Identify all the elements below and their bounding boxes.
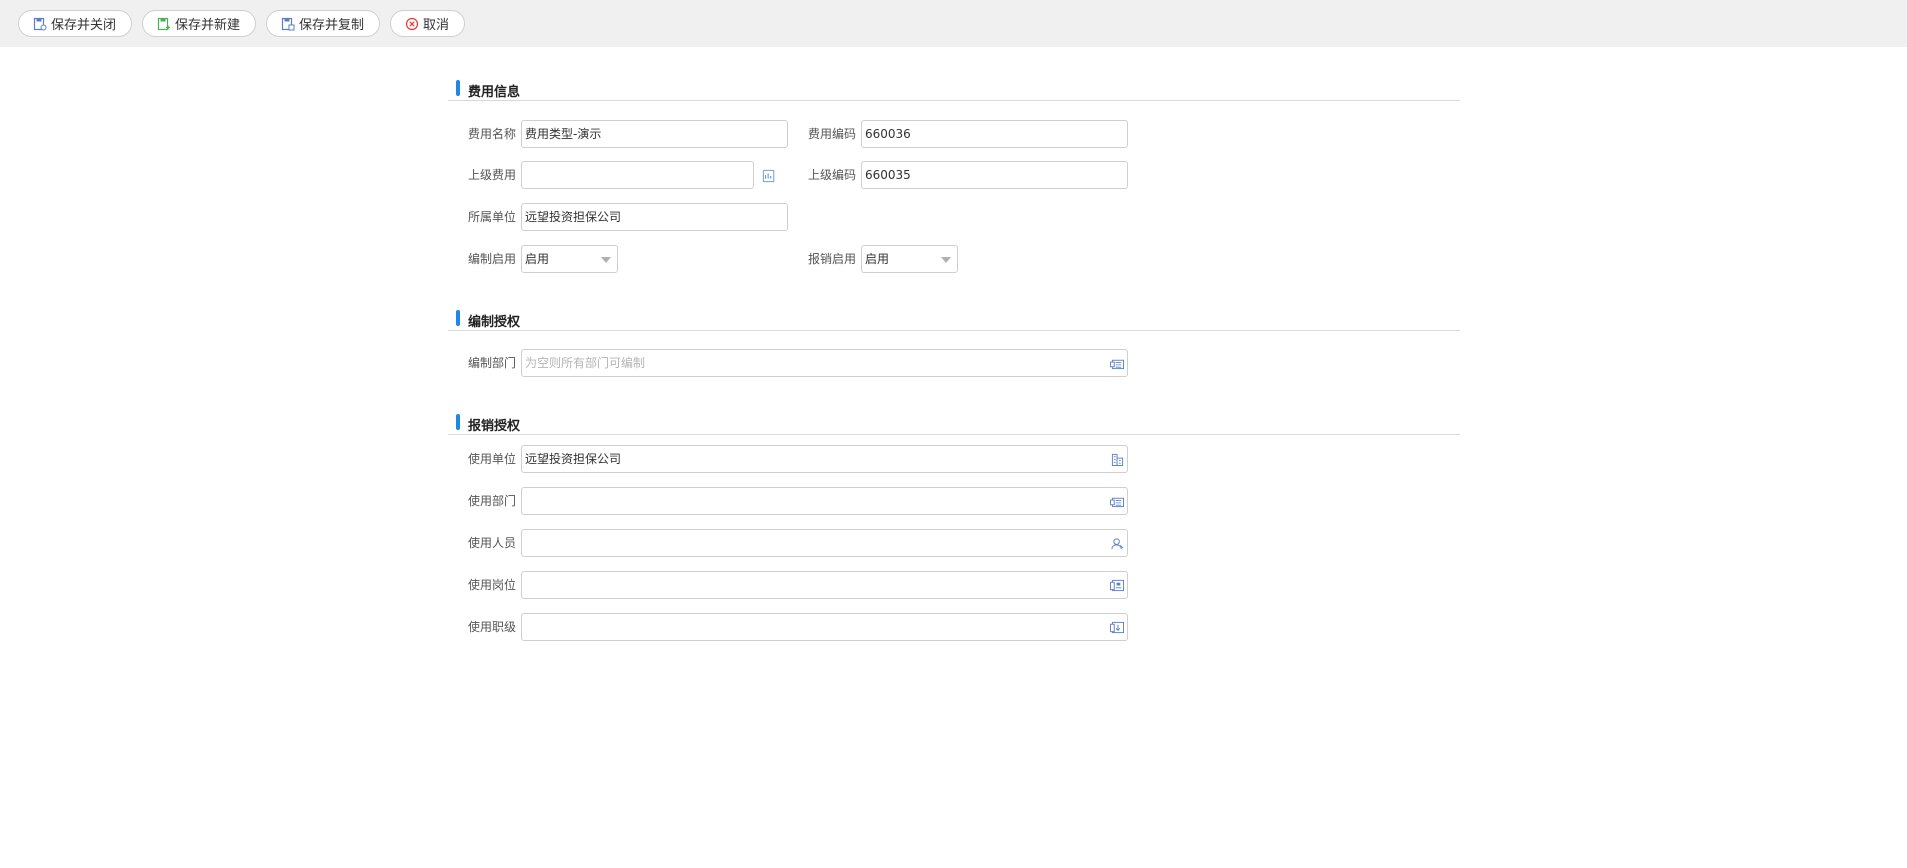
save-copy-icon [281, 17, 295, 31]
owner-unit-value: 远望投资担保公司 [525, 210, 622, 224]
rank-icon[interactable] [1109, 620, 1125, 634]
compile-dept-placeholder: 为空则所有部门可编制 [525, 356, 646, 370]
expense-name-value: 费用类型-演示 [525, 127, 602, 141]
parent-expense-label: 上级费用 [467, 168, 516, 182]
use-unit-input[interactable]: 远望投资担保公司 [521, 445, 1128, 473]
reimburse-enabled-select[interactable]: 启用 [861, 245, 958, 273]
cancel-circle-icon [405, 17, 419, 31]
parent-code-value: 660035 [865, 168, 911, 182]
department-icon[interactable] [1109, 494, 1125, 508]
use-person-label: 使用人员 [467, 536, 516, 550]
expense-name-input[interactable]: 费用类型-演示 [521, 120, 788, 148]
compile-enabled-value: 启用 [525, 252, 550, 266]
parent-code-label: 上级编码 [807, 168, 856, 182]
department-icon[interactable] [1109, 356, 1125, 370]
use-dept-label: 使用部门 [467, 494, 516, 508]
compile-dept-label: 编制部门 [467, 356, 516, 370]
expense-code-value: 660036 [865, 127, 911, 141]
tree-picker-icon[interactable] [761, 168, 777, 184]
section-accent-bar [456, 80, 460, 96]
save-new-icon [157, 17, 171, 31]
chevron-down-icon [601, 257, 611, 263]
person-icon[interactable] [1109, 536, 1125, 550]
save-and-close-label: 保存并关闭 [51, 18, 117, 33]
use-post-input[interactable] [521, 571, 1128, 599]
building-icon[interactable] [1109, 452, 1125, 466]
expense-code-input[interactable]: 660036 [861, 120, 1128, 148]
toolbar: 保存并关闭 保存并新建 保存并复制 取消 [0, 0, 1907, 47]
use-rank-label: 使用职级 [467, 620, 516, 634]
expense-code-label: 费用编码 [807, 127, 856, 141]
save-and-close-button[interactable]: 保存并关闭 [18, 10, 132, 37]
parent-expense-input[interactable] [521, 161, 754, 189]
use-unit-value: 远望投资担保公司 [525, 452, 622, 466]
reimburse-enabled-value: 启用 [865, 252, 890, 266]
post-icon[interactable] [1109, 578, 1125, 592]
owner-unit-input[interactable]: 远望投资担保公司 [521, 203, 788, 231]
use-dept-input[interactable] [521, 487, 1128, 515]
section-compile-auth: 编制授权 [448, 310, 1460, 331]
cancel-button[interactable]: 取消 [390, 10, 465, 37]
use-rank-input[interactable] [521, 613, 1128, 641]
save-and-copy-button[interactable]: 保存并复制 [266, 10, 380, 37]
use-post-label: 使用岗位 [467, 578, 516, 592]
reimburse-enabled-label: 报销启用 [807, 252, 856, 266]
section-title: 编制授权 [468, 315, 521, 330]
use-unit-label: 使用单位 [467, 452, 516, 466]
section-accent-bar [456, 414, 460, 430]
expense-name-label: 费用名称 [467, 127, 516, 141]
compile-enabled-label: 编制启用 [467, 252, 516, 266]
owner-unit-label: 所属单位 [467, 210, 516, 224]
section-reimburse-auth: 报销授权 [448, 414, 1460, 435]
save-close-icon [33, 17, 47, 31]
compile-dept-input[interactable]: 为空则所有部门可编制 [521, 349, 1128, 377]
section-title: 报销授权 [468, 419, 521, 434]
cancel-label: 取消 [423, 18, 450, 33]
chevron-down-icon [941, 257, 951, 263]
use-person-input[interactable] [521, 529, 1128, 557]
parent-code-input[interactable]: 660035 [861, 161, 1128, 189]
save-and-new-button[interactable]: 保存并新建 [142, 10, 256, 37]
save-and-copy-label: 保存并复制 [299, 18, 365, 33]
compile-enabled-select[interactable]: 启用 [521, 245, 618, 273]
save-and-new-label: 保存并新建 [175, 18, 241, 33]
section-title: 费用信息 [468, 85, 521, 100]
section-expense-info: 费用信息 [448, 80, 1460, 101]
section-accent-bar [456, 310, 460, 326]
